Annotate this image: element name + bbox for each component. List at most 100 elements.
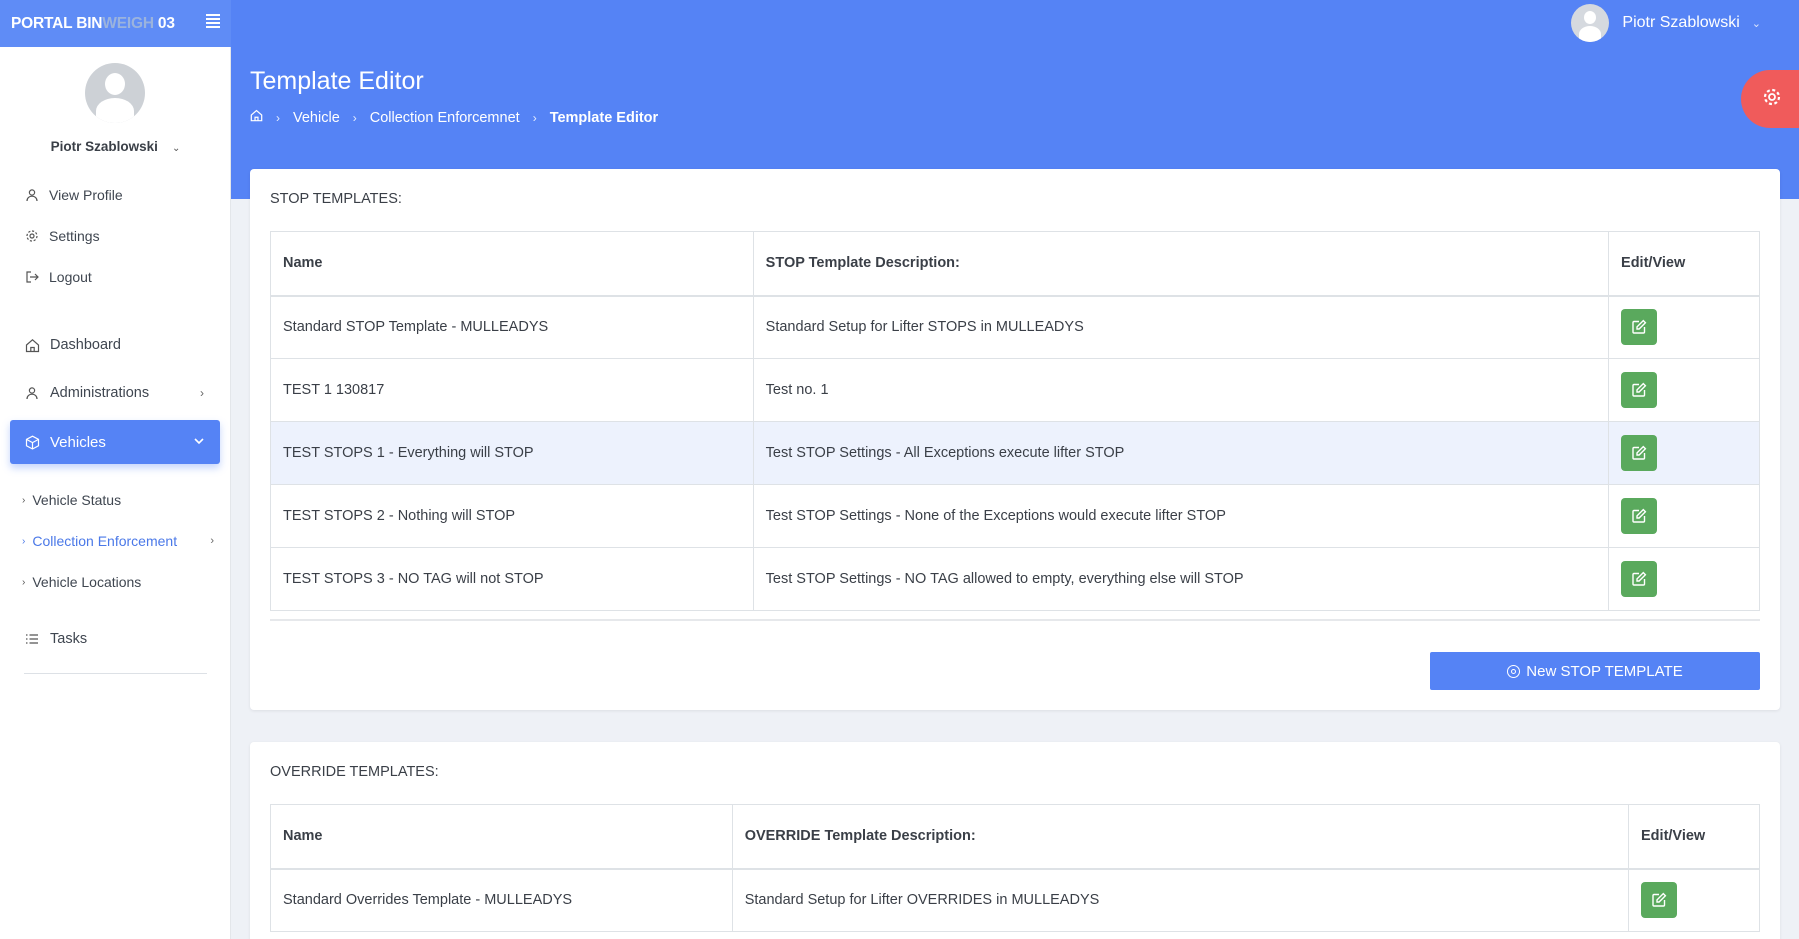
sidebar-subitem-vehicle-locations[interactable]: › Vehicle Locations	[22, 574, 214, 590]
list-icon	[24, 631, 40, 647]
edit-icon	[1632, 571, 1647, 586]
card-title: STOP TEMPLATES:	[270, 191, 402, 207]
sidebar-item-label: Settings	[49, 228, 100, 244]
user-icon	[24, 187, 40, 203]
avatar	[1571, 4, 1610, 42]
breadcrumb-current: Template Editor	[549, 109, 659, 126]
edit-icon	[1632, 319, 1647, 334]
sidebar-item-logout[interactable]: Logout	[24, 269, 92, 285]
edit-icon	[1652, 892, 1667, 907]
column-header: OVERRIDE Template Description:	[731, 804, 1630, 870]
page-title: Template Editor	[250, 67, 424, 95]
new-stop-template-button[interactable]: New STOP TEMPLATE	[1430, 652, 1760, 690]
dot-circle-icon	[1507, 664, 1521, 678]
edit-button[interactable]	[1641, 882, 1678, 919]
sidebar-item-view-profile[interactable]: View Profile	[24, 187, 123, 203]
edit-button[interactable]	[1621, 372, 1658, 408]
stop-templates-card: STOP TEMPLATES: Name STOP Template Descr…	[250, 169, 1780, 710]
chevron-right-icon: ›	[352, 110, 357, 125]
table-row: TEST 1 130817 Test no. 1	[270, 358, 1760, 422]
sidebar-item-label: Vehicle Locations	[32, 574, 142, 590]
user-icon	[24, 385, 40, 401]
sidebar-item-dashboard[interactable]: Dashboard	[24, 337, 204, 353]
override-templates-card: OVERRIDE TEMPLATES: Name OVERRIDE Templa…	[250, 742, 1780, 939]
table-row: Standard Overrides Template - MULLEADYS …	[270, 868, 1760, 932]
sidebar-subitem-collection-enforcement[interactable]: › Collection Enforcement ›	[22, 533, 214, 549]
chevron-right-icon: ›	[276, 110, 280, 125]
breadcrumb-item[interactable]: Collection Enforcemnet	[370, 110, 520, 126]
template-description: Test STOP Settings - NO TAG allowed to e…	[752, 547, 1610, 611]
avatar	[85, 63, 145, 123]
breadcrumb-item[interactable]: Vehicle	[293, 110, 340, 126]
settings-button[interactable]	[1741, 70, 1799, 128]
chevron-right-icon: ›	[200, 386, 204, 400]
template-name: TEST STOPS 1 - Everything will STOP	[270, 421, 754, 485]
chevron-down-icon: ⌄	[171, 143, 181, 154]
template-name: TEST STOPS 2 - Nothing will STOP	[270, 484, 754, 548]
column-header: Name	[270, 231, 754, 297]
template-description: Standard Setup for Lifter OVERRIDES in M…	[731, 868, 1630, 932]
sidebar-item-label: Collection Enforcement	[32, 533, 178, 549]
template-name: TEST STOPS 3 - NO TAG will not STOP	[270, 547, 754, 611]
override-templates-table: Name OVERRIDE Template Description: Edit…	[270, 804, 1760, 932]
column-header: Name	[270, 804, 733, 870]
brand-text: PORTAL BINWEIGH 03	[11, 14, 175, 32]
stop-templates-table: Name STOP Template Description: Edit/Vie…	[270, 231, 1760, 611]
sidebar: Piotr Szablowski ⌄ View Profile Settings …	[0, 47, 231, 939]
edit-icon	[1632, 382, 1647, 397]
user-name: Piotr Szablowski	[1622, 14, 1740, 31]
home-icon	[24, 337, 40, 353]
template-name: TEST 1 130817	[270, 358, 754, 422]
table-header-row: Name OVERRIDE Template Description: Edit…	[270, 804, 1760, 870]
chevron-down-icon: ⌄	[1751, 17, 1761, 30]
chevron-right-icon: ›	[22, 535, 26, 547]
user-menu[interactable]: Piotr Szablowski ⌄	[1571, 4, 1761, 42]
column-header: Edit/View	[1608, 231, 1760, 297]
sidebar-item-label: Tasks	[50, 631, 88, 647]
table-header-row: Name STOP Template Description: Edit/Vie…	[270, 231, 1760, 297]
card-title: OVERRIDE TEMPLATES:	[270, 764, 439, 780]
sidebar-user-name: Piotr Szablowski	[50, 139, 158, 154]
chevron-right-icon: ›	[210, 535, 214, 547]
hamburger-menu-icon[interactable]	[206, 14, 220, 28]
button-label: New STOP TEMPLATE	[1526, 662, 1683, 680]
template-description: Test no. 1	[752, 358, 1610, 422]
edit-button[interactable]	[1621, 309, 1658, 346]
sidebar-user-dropdown[interactable]: Piotr Szablowski ⌄	[0, 139, 231, 154]
sidebar-item-settings[interactable]: Settings	[24, 228, 100, 244]
template-name: Standard Overrides Template - MULLEADYS	[270, 868, 733, 932]
template-description: Test STOP Settings - All Exceptions exec…	[752, 421, 1610, 485]
table-row: TEST STOPS 3 - NO TAG will not STOP Test…	[270, 547, 1760, 611]
sidebar-item-administrations[interactable]: Administrations ›	[24, 385, 204, 401]
edit-button[interactable]	[1621, 561, 1658, 597]
sidebar-item-tasks[interactable]: Tasks	[24, 631, 204, 647]
edit-icon	[1632, 445, 1647, 460]
chevron-right-icon: ›	[22, 576, 26, 588]
brand-logo[interactable]: PORTAL BINWEIGH 03	[0, 0, 231, 47]
template-name: Standard STOP Template - MULLEADYS	[270, 295, 754, 359]
divider	[270, 619, 1760, 621]
sidebar-subitem-vehicle-status[interactable]: › Vehicle Status	[22, 492, 214, 508]
table-row: TEST STOPS 1 - Everything will STOP Test…	[270, 421, 1760, 485]
edit-button[interactable]	[1621, 435, 1658, 471]
home-icon[interactable]	[250, 109, 263, 126]
table-row: Standard STOP Template - MULLEADYS Stand…	[270, 295, 1760, 359]
template-description: Standard Setup for Lifter STOPS in MULLE…	[752, 295, 1610, 359]
template-description: Test STOP Settings - None of the Excepti…	[752, 484, 1610, 548]
logout-icon	[24, 269, 40, 285]
edit-icon	[1632, 508, 1647, 523]
edit-button[interactable]	[1621, 498, 1658, 534]
gear-icon	[24, 228, 40, 244]
chevron-right-icon: ›	[22, 494, 26, 506]
cube-icon	[24, 434, 40, 450]
sidebar-item-vehicles[interactable]: Vehicles	[10, 420, 220, 464]
sidebar-item-label: Dashboard	[50, 337, 121, 353]
sidebar-item-label: Administrations	[50, 385, 150, 401]
divider	[24, 673, 207, 674]
sidebar-item-label: View Profile	[49, 187, 123, 203]
table-row: TEST STOPS 2 - Nothing will STOP Test ST…	[270, 484, 1760, 548]
sidebar-item-label: Vehicles	[50, 433, 106, 451]
gear-icon	[1762, 87, 1782, 112]
chevron-right-icon: ›	[532, 110, 537, 125]
column-header: STOP Template Description:	[752, 231, 1610, 297]
